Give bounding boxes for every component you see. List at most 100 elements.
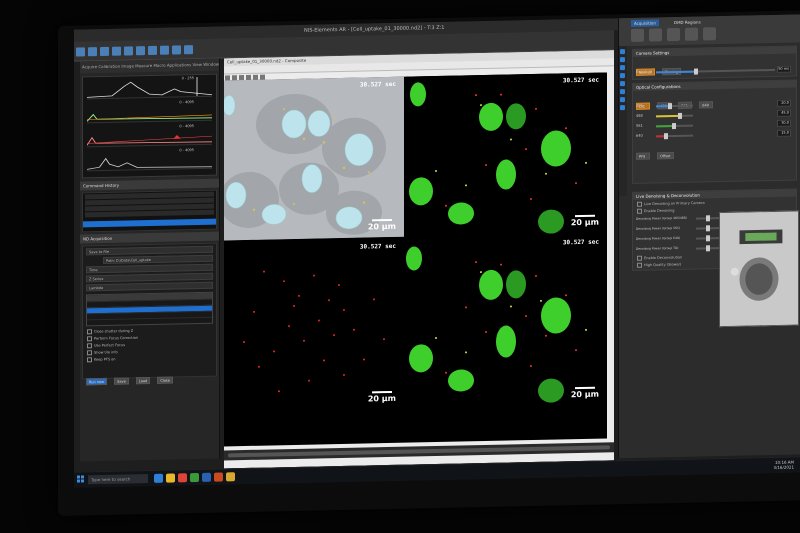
powerpoint-icon[interactable]: [214, 472, 223, 482]
zoom-out-icon[interactable]: [124, 46, 133, 56]
lambda-table: [86, 291, 213, 327]
lut-row-561[interactable]: 0 - 4095: [86, 124, 213, 148]
scale-bar-label: 20 µm: [570, 389, 599, 400]
optical-config-section: Optical Configurations DIC 488 561 640 4…: [632, 79, 797, 184]
camera-settings-section: Camera Settings Normal Binning Exposure …: [632, 45, 797, 80]
laser-icon[interactable]: [620, 65, 625, 71]
laser-label: 640: [636, 133, 643, 138]
open-icon[interactable]: [76, 47, 85, 57]
nis-elements-icon[interactable]: [226, 472, 235, 482]
scale-bar-label: 20 µm: [367, 393, 396, 404]
lut-row-dic[interactable]: 0 - 255: [86, 76, 213, 100]
green-image-tile[interactable]: 30.527 sec 20 µm: [406, 72, 607, 237]
lut-histogram-panel: 0 - 255 0 - 4095 0 - 4095 0 - 4095: [82, 73, 217, 179]
camera-icon[interactable]: [620, 57, 625, 63]
print-icon[interactable]: [100, 46, 109, 57]
stage-preview[interactable]: [719, 210, 799, 328]
stage-icon[interactable]: [620, 73, 625, 79]
word-icon[interactable]: [202, 472, 211, 482]
save-path-field[interactable]: Path: D:\Data\Cell_uptake: [103, 254, 213, 264]
pfs-offset-button[interactable]: Offset: [657, 152, 674, 160]
lut-icon[interactable]: [172, 45, 181, 55]
clock-date: 3/16/2021: [773, 464, 794, 470]
z-series-tab[interactable]: Z Series: [86, 272, 213, 283]
save-image-button[interactable]: [703, 27, 716, 41]
auto-exposure-button[interactable]: [685, 27, 698, 41]
live-button[interactable]: [631, 28, 644, 42]
live-icon[interactable]: [620, 49, 625, 55]
lut-row-label: 0 - 255: [181, 76, 194, 81]
shutter-icon[interactable]: [620, 97, 625, 103]
selected-history-item[interactable]: [83, 218, 216, 228]
menu-bar[interactable]: Acquire Calibration Image Measure Macro …: [80, 58, 219, 74]
macro-panel-title: Command History: [80, 178, 219, 191]
image-viewer-window: Cell_uptake_01_30000.nd2 - Composite 30.…: [224, 50, 614, 469]
lut-row-640[interactable]: 0 - 4095: [86, 148, 213, 172]
merge-image-tile[interactable]: 30.527 sec 20 µm: [406, 234, 607, 409]
left-panel: Acquire Calibration Image Measure Macro …: [80, 58, 220, 462]
acq-button-row: Run now Save Load Close: [86, 366, 213, 386]
lut-row-label: 0 - 4095: [179, 100, 194, 105]
table-row[interactable]: [87, 316, 212, 326]
timestamp-label: 30.527 sec: [359, 242, 396, 251]
focus-icon[interactable]: [620, 81, 625, 87]
nd-acquisition-title: ND Acquisition: [80, 231, 219, 244]
dic-cells: [224, 76, 404, 241]
laser-label: 488: [636, 113, 643, 118]
red-image-tile[interactable]: 30.527 sec 20 µm: [224, 238, 404, 413]
option-checkbox[interactable]: Keep PFS on: [87, 355, 212, 363]
scale-bar: 20 µm: [367, 390, 396, 404]
timestamp-label: 30.527 sec: [359, 80, 396, 89]
time-tab[interactable]: Time: [86, 263, 213, 274]
timestamp-label: 30.527 sec: [562, 238, 599, 247]
dic-image-tile[interactable]: 30.527 sec 20 µm: [224, 76, 404, 241]
excel-icon[interactable]: [190, 472, 199, 483]
roi-icon[interactable]: [148, 45, 157, 56]
layout-icon[interactable]: [184, 45, 193, 55]
laser-value[interactable]: 30.0: [777, 119, 791, 127]
preview-image: [720, 211, 798, 327]
filter-icon[interactable]: [620, 89, 625, 95]
green-nuclei: [406, 72, 607, 237]
laser-label: 561: [636, 123, 643, 128]
acquisition-header: Acquisition DMD Regions: [619, 14, 800, 47]
laser-value[interactable]: 20.0: [777, 99, 791, 107]
timeline-scrollbar[interactable]: [228, 445, 610, 458]
laser-value[interactable]: 45.0: [777, 109, 791, 117]
zoom-in-icon[interactable]: [112, 46, 121, 56]
close-button[interactable]: Close: [157, 376, 173, 384]
laser-value[interactable]: 15.0: [777, 129, 791, 137]
tab-acquisition[interactable]: Acquisition: [631, 19, 659, 27]
lut-row-label: 0 - 4095: [179, 148, 194, 153]
fit-icon[interactable]: [136, 46, 145, 56]
image-grid[interactable]: 30.527 sec 20 µm 30.527 sec 20 µm 30.527…: [224, 72, 607, 447]
lambda-tab[interactable]: Lambda: [86, 281, 213, 292]
tab-dmd-regions[interactable]: DMD Regions: [671, 18, 704, 27]
exposure-value[interactable]: 50 ms: [777, 65, 791, 73]
save-to-file-checkbox[interactable]: Save to File: [86, 245, 213, 256]
taskview-icon[interactable]: [154, 473, 163, 483]
scale-bar: 20 µm: [570, 386, 599, 400]
nd-acquire-button[interactable]: [667, 27, 680, 42]
command-history-list[interactable]: [82, 189, 217, 233]
windows-start-icon[interactable]: [77, 475, 85, 483]
system-clock[interactable]: 10:16 AM 3/16/2021: [773, 460, 794, 470]
vertical-toolbar: [619, 46, 627, 197]
screen: NIS-Elements AR - [Cell_uptake_01_30000.…: [74, 14, 800, 488]
run-now-button[interactable]: Run now: [86, 377, 108, 386]
scale-bar: 20 µm: [571, 214, 599, 227]
scale-bar-label: 20 µm: [367, 221, 396, 232]
lut-row-488[interactable]: 0 - 4095: [86, 100, 213, 124]
save-button[interactable]: Save: [114, 377, 129, 385]
file-explorer-icon[interactable]: [166, 473, 175, 483]
lut-row-label: 0 - 4095: [179, 124, 194, 129]
save-icon[interactable]: [88, 47, 97, 57]
capture-button[interactable]: [649, 28, 662, 42]
settings-icon[interactable]: [620, 105, 625, 111]
chrome-icon[interactable]: [178, 473, 187, 483]
scale-bar: 20 µm: [367, 218, 396, 232]
load-button[interactable]: Load: [135, 377, 151, 385]
measure-icon[interactable]: [160, 45, 169, 55]
denoise-label: Denoising Power (Group 405/488): [636, 215, 687, 221]
taskbar-search[interactable]: Type here to search: [88, 474, 148, 485]
